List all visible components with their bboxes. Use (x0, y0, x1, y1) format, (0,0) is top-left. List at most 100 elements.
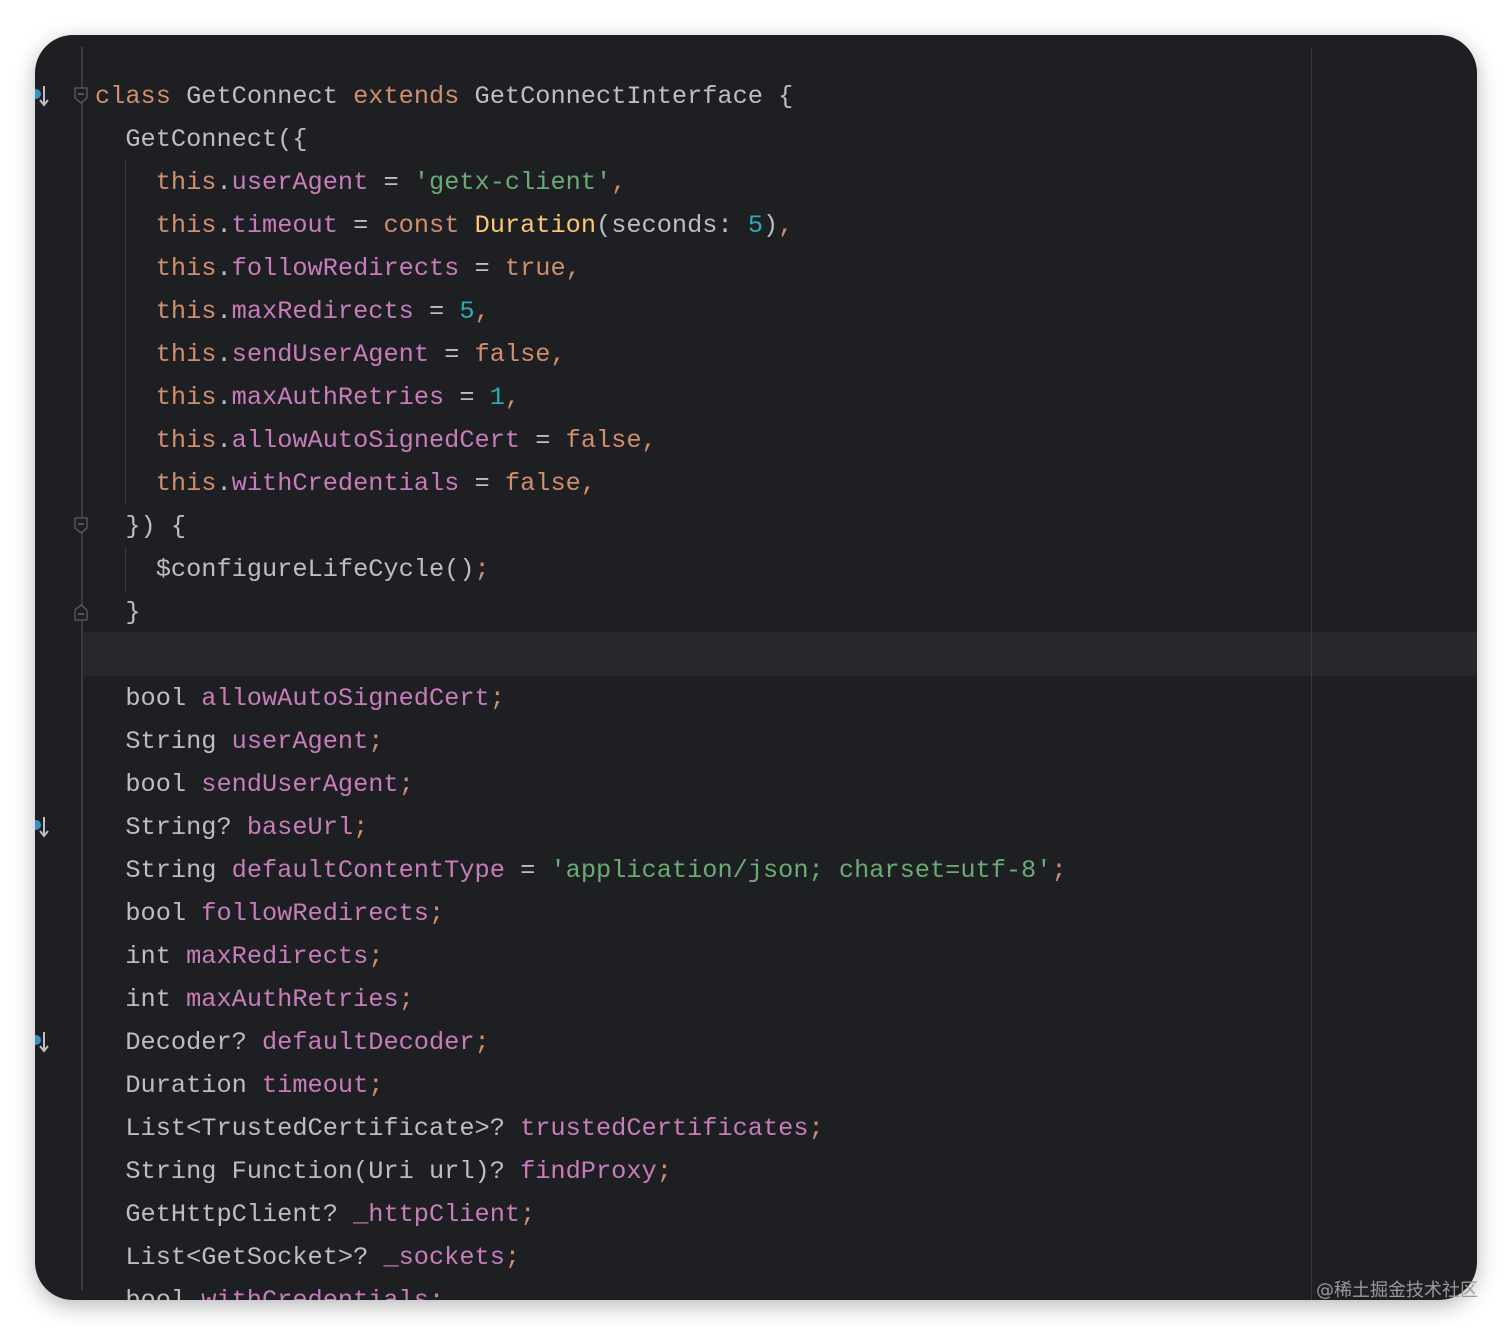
code-line[interactable]: String Function(Uri url)? findProxy; (95, 1150, 1067, 1193)
code-line[interactable]: this.timeout = const Duration(seconds: 5… (95, 204, 1067, 247)
code-line[interactable]: this.followRedirects = true, (95, 247, 1067, 290)
code-token: 'getx-client' (413, 168, 612, 197)
code-token: userAgent (231, 727, 369, 756)
code-token: followRedirects (231, 254, 460, 283)
implements-arrow-icon[interactable] (35, 815, 51, 839)
code-token: ; (504, 1243, 521, 1272)
code-line[interactable]: String? baseUrl; (95, 806, 1067, 849)
code-line[interactable]: GetConnect({ (95, 118, 1067, 161)
code-token: ; (428, 899, 445, 928)
code-token: ; (474, 1028, 490, 1057)
code-token: String (95, 727, 232, 756)
code-token: GetConnect (186, 82, 354, 111)
code-token: false (565, 426, 642, 455)
code-token: const (383, 211, 475, 240)
code-line[interactable]: String defaultContentType = 'application… (95, 849, 1067, 892)
code-token: ) (763, 211, 779, 240)
code-line[interactable]: this.maxAuthRetries = 1, (95, 376, 1067, 419)
code-token: class (95, 82, 187, 111)
code-token: $configureLifeCycle() (95, 555, 475, 584)
code-line[interactable]: class GetConnect extends GetConnectInter… (95, 75, 1067, 118)
code-token: maxAuthRetries (186, 985, 399, 1014)
code-area[interactable]: class GetConnect extends GetConnectInter… (95, 75, 1067, 1300)
code-line[interactable]: }) { (95, 505, 1067, 548)
code-line[interactable]: List<TrustedCertificate>? trustedCertifi… (95, 1107, 1067, 1150)
code-token: ; (489, 684, 505, 713)
code-line[interactable]: bool withCredentials; (95, 1279, 1067, 1300)
fold-icon[interactable] (73, 603, 89, 621)
code-token: bool (95, 770, 202, 799)
code-token: maxRedirects (186, 942, 369, 971)
code-token: int (95, 942, 187, 971)
code-token: baseUrl (246, 813, 354, 842)
code-token: (seconds: (596, 211, 748, 240)
code-token: false (504, 469, 581, 498)
code-line[interactable]: this.sendUserAgent = false, (95, 333, 1067, 376)
code-token: Decoder? (95, 1028, 262, 1057)
implements-arrow-icon[interactable] (35, 1030, 51, 1054)
code-line[interactable]: String userAgent; (95, 720, 1067, 763)
code-line[interactable]: Decoder? defaultDecoder; (95, 1021, 1067, 1064)
code-token: GetConnectInterface { (474, 82, 794, 111)
code-token: this (155, 383, 217, 412)
code-token: trustedCertificates (520, 1114, 809, 1143)
code-token: , (550, 340, 566, 369)
code-line[interactable]: } (95, 591, 1067, 634)
code-token: String (95, 856, 232, 885)
code-token: true (504, 254, 566, 283)
code-token: ; (656, 1157, 672, 1186)
code-line[interactable]: bool sendUserAgent; (95, 763, 1067, 806)
code-token: ; (398, 770, 414, 799)
code-token: 5 (459, 297, 475, 326)
code-token: this (155, 340, 217, 369)
code-token: ; (1051, 856, 1067, 885)
code-line[interactable]: GetHttpClient? _httpClient; (95, 1193, 1067, 1236)
code-token: , (565, 254, 581, 283)
code-token: this (155, 469, 217, 498)
fold-icon[interactable] (73, 87, 89, 105)
code-token: int (95, 985, 187, 1014)
code-token: = (413, 297, 460, 326)
code-line[interactable]: this.allowAutoSignedCert = false, (95, 419, 1067, 462)
code-line[interactable] (95, 634, 1067, 677)
code-token: = (459, 469, 505, 498)
code-token: = (368, 168, 414, 197)
code-token: _httpClient (353, 1200, 521, 1229)
code-token: this (155, 254, 217, 283)
code-token: , (641, 426, 657, 455)
code-token: , (778, 211, 794, 240)
code-line[interactable]: bool followRedirects; (95, 892, 1067, 935)
code-token: this (155, 297, 217, 326)
implements-arrow-icon[interactable] (35, 84, 51, 108)
code-token: ; (398, 985, 414, 1014)
code-token: } (95, 598, 141, 627)
code-line[interactable]: $configureLifeCycle(); (95, 548, 1067, 591)
code-token: sendUserAgent (201, 770, 399, 799)
code-line[interactable]: List<GetSocket>? _sockets; (95, 1236, 1067, 1279)
code-line[interactable]: this.userAgent = 'getx-client', (95, 161, 1067, 204)
code-token: Duration (95, 1071, 262, 1100)
code-token: List<GetSocket>? (95, 1243, 384, 1272)
code-token: 1 (489, 383, 505, 412)
code-line[interactable]: this.maxRedirects = 5, (95, 290, 1067, 333)
code-token: ; (353, 813, 369, 842)
code-token: findProxy (520, 1157, 657, 1186)
code-line[interactable]: bool allowAutoSignedCert; (95, 677, 1067, 720)
code-token: defaultDecoder (262, 1028, 475, 1057)
code-token: = (520, 426, 566, 455)
fold-icon[interactable] (73, 517, 89, 535)
code-token: this (155, 426, 217, 455)
code-line[interactable]: int maxRedirects; (95, 935, 1067, 978)
code-token: GetHttpClient? (95, 1200, 354, 1229)
code-token: GetConnect({ (95, 125, 308, 154)
code-token: withCredentials (231, 469, 460, 498)
code-token: defaultContentType (231, 856, 505, 885)
code-line[interactable]: Duration timeout; (95, 1064, 1067, 1107)
code-token: . (216, 254, 232, 283)
code-token: withCredentials (201, 1286, 429, 1300)
code-line[interactable]: this.withCredentials = false, (95, 462, 1067, 505)
code-token: sendUserAgent (231, 340, 430, 369)
code-line[interactable]: int maxAuthRetries; (95, 978, 1067, 1021)
